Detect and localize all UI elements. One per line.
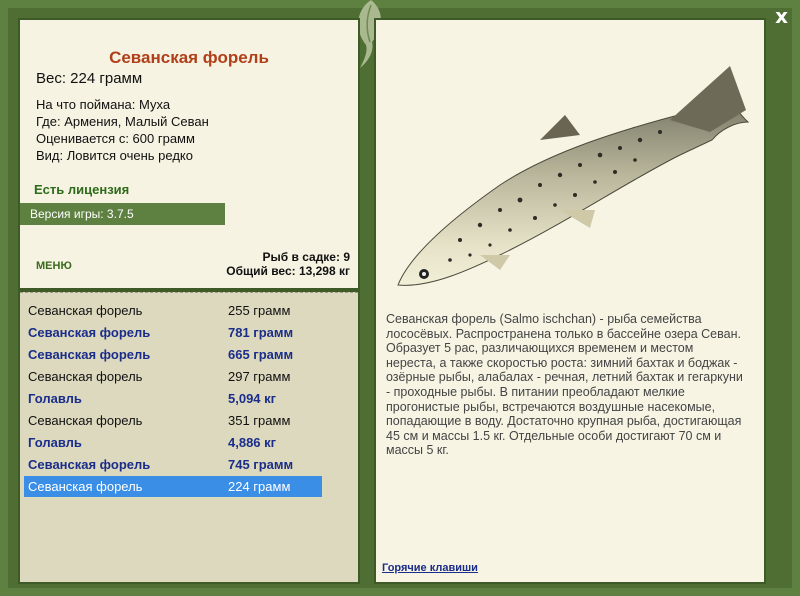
catch-fish-name: Севанская форель xyxy=(28,369,143,384)
catch-fish-weight: 665 грамм xyxy=(228,347,294,362)
fish-details: На что поймана: Муха Где: Армения, Малый… xyxy=(36,96,209,164)
catch-fish-name: Голавль xyxy=(28,435,82,450)
catch-fish-name: Севанская форель xyxy=(28,457,151,472)
catch-fish-name: Севанская форель xyxy=(28,413,143,428)
catch-fish-weight: 5,094 кг xyxy=(228,391,277,406)
catch-fish-name: Голавль xyxy=(28,391,82,406)
catch-list-row[interactable]: Голавль 5,094 кг xyxy=(24,388,322,409)
game-version: Версия игры: 3.7.5 xyxy=(20,203,225,225)
catch-fish-weight: 4,886 кг xyxy=(228,435,277,450)
fish-count: Рыб в садке: 9 xyxy=(262,250,350,264)
catch-list-row[interactable]: Севанская форель 781 грамм xyxy=(24,322,322,343)
trout-image-icon xyxy=(397,66,750,286)
catch-list-row[interactable]: Севанская форель 255 грамм xyxy=(24,300,322,321)
fish-location: Где: Армения, Малый Севан xyxy=(36,114,209,129)
catch-list: Севанская форель 255 грамм Севанская форел… xyxy=(18,290,360,584)
catch-list-row[interactable]: Севанская форель 351 грамм xyxy=(24,410,322,431)
catch-fish-weight: 297 грамм xyxy=(228,369,291,384)
catch-fish-name: Севанская форель xyxy=(28,303,143,318)
catch-list-row[interactable]: Севанская форель 224 грамм xyxy=(24,476,322,497)
total-weight: Общий вес: 13,298 кг xyxy=(226,264,350,278)
divider xyxy=(20,292,358,293)
fish-title: Севанская форель xyxy=(109,48,269,67)
keepnet-stats: Рыб в садке: 9 Общий вес: 13,298 кг xyxy=(226,250,350,278)
catch-fish-weight: 255 грамм xyxy=(228,303,291,318)
catch-fish-weight: 351 грамм xyxy=(228,413,291,428)
catch-list-row[interactable]: Севанская форель 665 грамм xyxy=(24,344,322,365)
catch-fish-name: Севанская форель xyxy=(28,347,151,362)
hotkeys-link[interactable]: Горячие клавиши xyxy=(382,562,478,574)
catch-fish-weight: 781 грамм xyxy=(228,325,294,340)
catch-fish-name: Севанская форель xyxy=(28,479,143,494)
fish-info-panel: Севанская форель Вес: 224 грамм На что п… xyxy=(18,18,360,290)
fish-value: Оценивается с: 600 грамм xyxy=(36,131,195,146)
catch-fish-name: Севанская форель xyxy=(28,325,151,340)
menu-button[interactable]: МЕНЮ xyxy=(36,260,72,272)
fish-bait: На что поймана: Муха xyxy=(36,97,171,112)
close-icon[interactable]: x xyxy=(775,4,788,28)
catch-list-row[interactable]: Севанская форель 745 грамм xyxy=(24,454,322,475)
fish-description-panel: Севанская форель (Salmo ischchan) - рыба… xyxy=(374,18,766,584)
catch-list-row[interactable]: Севанская форель 297 грамм xyxy=(24,366,322,387)
window-frame: x Севанская форель Вес: 224 грамм На что… xyxy=(0,0,800,596)
fish-weight: Вес: 224 грамм xyxy=(36,70,143,87)
catch-list-row[interactable]: Голавль 4,886 кг xyxy=(24,432,322,453)
license-status: Есть лицензия xyxy=(34,182,130,197)
catch-fish-weight: 224 грамм xyxy=(228,479,291,494)
fish-description: Севанская форель (Salmo ischchan) - рыба… xyxy=(386,312,743,458)
fish-kind: Вид: Ловится очень редко xyxy=(36,148,193,163)
catch-fish-weight: 745 грамм xyxy=(228,457,294,472)
